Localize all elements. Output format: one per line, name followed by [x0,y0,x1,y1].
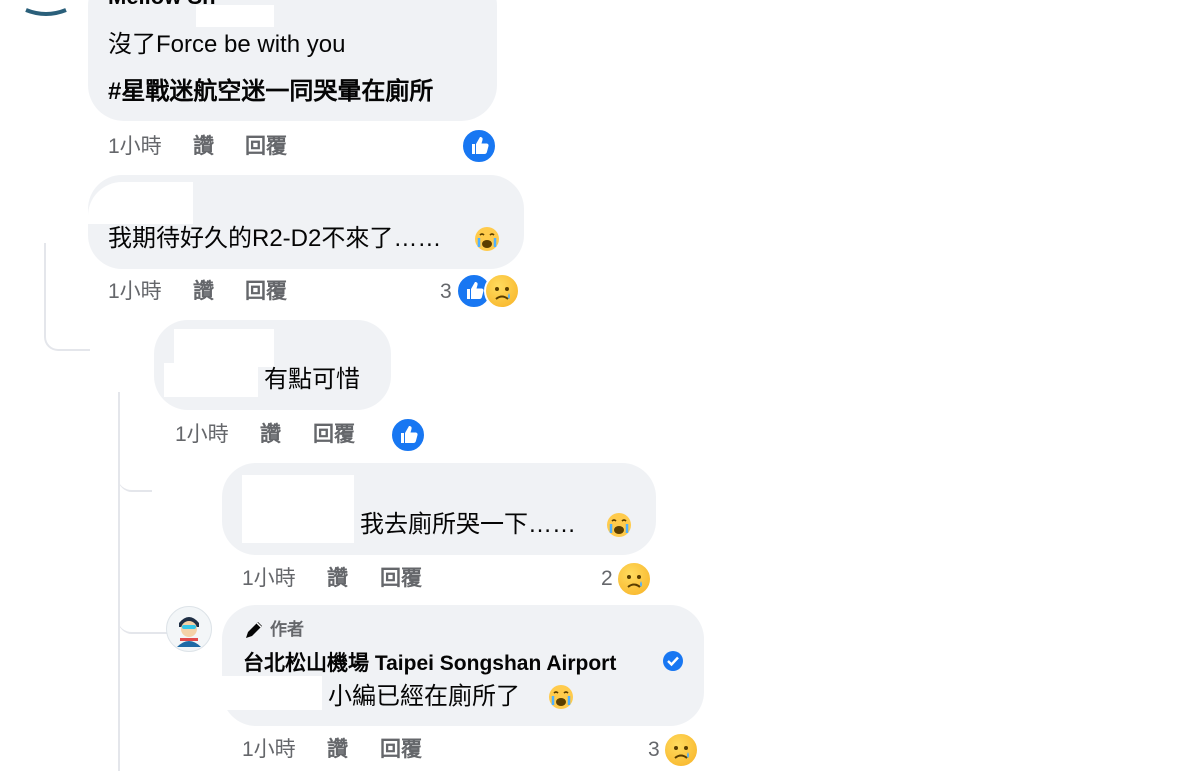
comment-time[interactable]: 1小時 [175,422,229,448]
crying-emoji-icon [474,226,500,252]
sad-icon[interactable] [616,561,652,597]
redaction [196,5,274,27]
reply-button[interactable]: 回覆 [380,566,422,592]
sad-icon[interactable] [484,273,520,309]
comment-text: 沒了Force be with you [108,31,346,58]
sad-icon[interactable] [663,732,699,768]
redaction [164,363,258,397]
reply-button[interactable]: 回覆 [245,134,287,160]
redaction [88,182,193,224]
like-icon[interactable] [461,128,497,164]
like-button[interactable]: 讚 [260,422,281,448]
reply-button[interactable]: 回覆 [380,737,422,763]
like-button[interactable]: 讚 [327,737,348,763]
crying-emoji-icon [606,512,632,538]
author-badge: 作者 [270,620,304,639]
thread-connector [118,452,152,492]
reply-button[interactable]: 回覆 [313,422,355,448]
comment-text: 有點可惜 [264,366,360,393]
reaction-count[interactable]: 3 [440,279,452,305]
reaction-count[interactable]: 2 [601,566,613,592]
comment-text: 我期待好久的R2-D2不來了…… [108,225,442,252]
author-pen-icon [243,619,265,641]
comment-time[interactable]: 1小時 [242,737,296,763]
thread-connector [44,243,90,351]
comment-text: 我去廁所哭一下…… [360,511,576,538]
reaction-count[interactable]: 3 [648,737,660,763]
page-avatar[interactable] [166,606,212,652]
reply-button[interactable]: 回覆 [245,279,287,305]
comment-time[interactable]: 1小時 [108,279,162,305]
like-button[interactable]: 讚 [193,279,214,305]
comment-time[interactable]: 1小時 [242,566,296,592]
like-icon[interactable] [390,417,426,453]
thread-line [118,392,120,771]
comment-hashtag[interactable]: #星戰迷航空迷一同哭暈在廁所 [108,77,433,107]
comment-author[interactable]: 台北松山機場 Taipei Songshan Airport [243,650,616,678]
redaction [218,676,322,710]
like-button[interactable]: 讚 [193,134,214,160]
redaction [174,329,274,367]
comment-text: 小編已經在廁所了 [328,683,520,710]
comment-time[interactable]: 1小時 [108,134,162,160]
like-button[interactable]: 讚 [327,566,348,592]
verified-badge-icon [662,650,684,672]
redaction [242,475,354,543]
avatar[interactable] [22,0,70,42]
crying-emoji-icon [548,684,574,710]
thread-connector [118,600,168,634]
